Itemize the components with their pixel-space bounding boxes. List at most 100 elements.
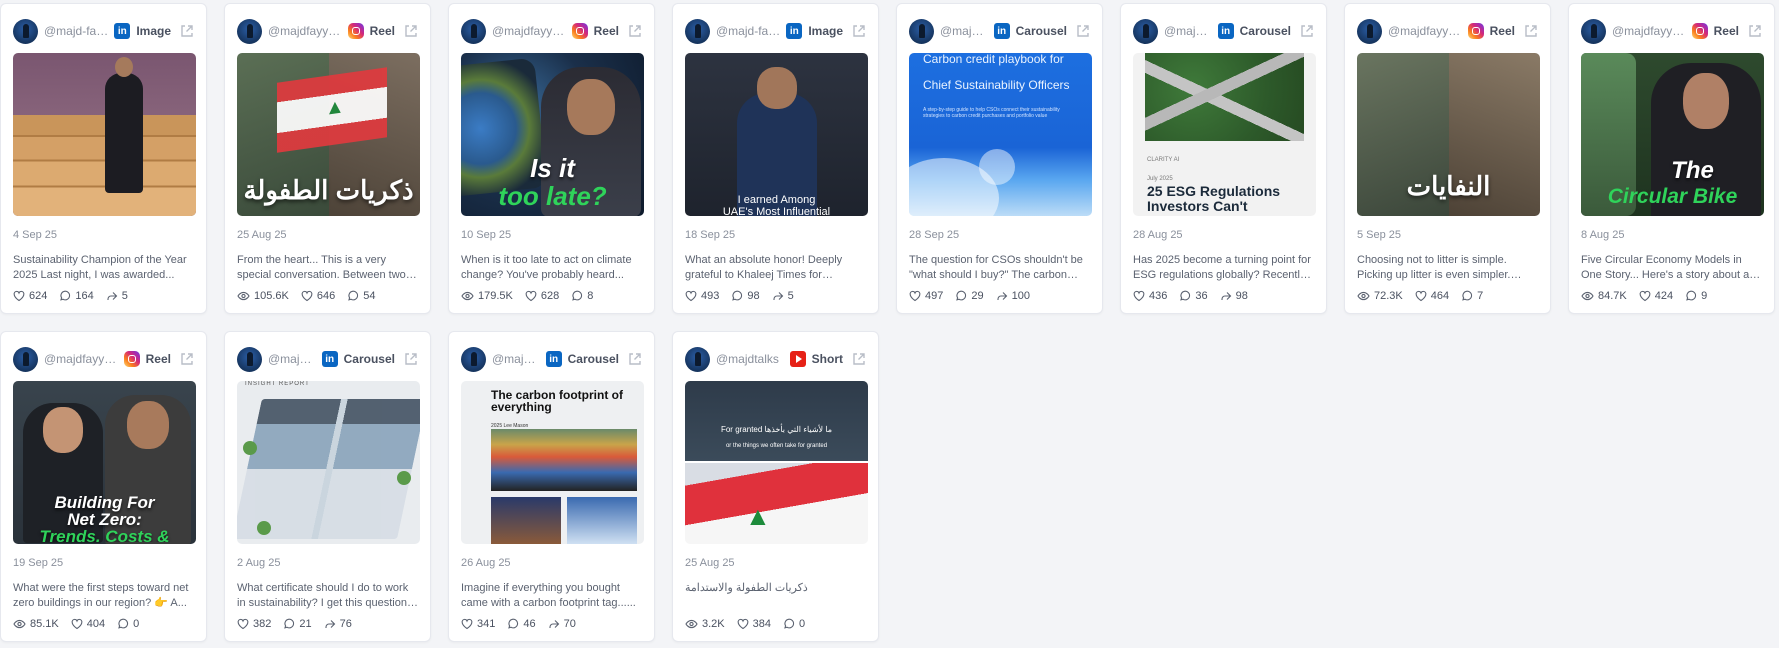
post-thumbnail[interactable]: INSIGHT REPORT <box>237 381 420 544</box>
thumbnail-overlay-text: Circular Bike <box>1607 185 1738 208</box>
comments-count: 0 <box>799 618 806 630</box>
likes-count: 424 <box>1654 290 1674 302</box>
external-link-icon[interactable] <box>404 24 418 38</box>
post-card[interactable]: @majd-f... in Carousel Carbon credit pla… <box>896 3 1103 314</box>
account-handle[interactable]: @majdfayyad... <box>492 24 566 38</box>
heart-icon <box>1415 290 1427 302</box>
instagram-icon <box>1467 23 1484 39</box>
post-caption: Choosing not to litter is simple. Pickin… <box>1357 254 1511 281</box>
avatar[interactable] <box>237 346 262 372</box>
post-thumbnail[interactable] <box>13 53 196 216</box>
external-link-icon[interactable] <box>1076 24 1090 38</box>
post-card[interactable]: @majdfayyad... Reel النفايات 5 Sep 25 Ch… <box>1344 3 1551 314</box>
post-thumbnail[interactable]: Building For Net Zero: Trends, Costs & <box>13 381 196 544</box>
post-caption: Has 2025 become a turning point for ESG … <box>1133 254 1311 281</box>
post-card[interactable]: @majdfayyad... Reel ذكريات الطفولة 25 Au… <box>224 3 431 314</box>
post-thumbnail[interactable]: The Circular Bike <box>1581 53 1764 216</box>
post-card[interactable]: @majdfayyad... Reel The Circular Bike 8 … <box>1568 3 1775 314</box>
avatar[interactable] <box>1357 18 1382 44</box>
account-handle[interactable]: @majd-f... <box>268 352 316 366</box>
heart-icon <box>909 290 921 302</box>
platform-badge: Reel <box>1467 23 1515 39</box>
post-card[interactable]: @majdfayyad... Reel Is it too late? 10 S… <box>448 3 655 314</box>
post-date: 2 Aug 25 <box>237 557 281 569</box>
post-card[interactable]: @majdtalks Short For granted ما لأشياء ا… <box>672 331 879 642</box>
external-link-icon[interactable] <box>404 352 418 366</box>
likes-count: 628 <box>540 290 560 302</box>
account-handle[interactable]: @majdfayyad... <box>1612 24 1686 38</box>
post-caption: Imagine if everything you bought came wi… <box>461 582 636 609</box>
comment-icon <box>732 290 743 301</box>
post-date: 8 Aug 25 <box>1581 229 1625 241</box>
avatar[interactable] <box>685 346 710 372</box>
post-caption: What an absolute honor! Deeply grateful … <box>685 254 843 281</box>
account-handle[interactable]: @majd-f... <box>940 24 988 38</box>
post-thumbnail[interactable]: Is it too late? <box>461 53 644 216</box>
post-thumbnail[interactable]: Carbon credit playbook for Chief Sustain… <box>909 53 1092 216</box>
external-link-icon[interactable] <box>1300 24 1314 38</box>
likes-count: 464 <box>1430 290 1450 302</box>
post-thumbnail[interactable]: النفايات <box>1357 53 1540 216</box>
post-card[interactable]: @majd-f... in Carousel INSIGHT REPORT 2 … <box>224 331 431 642</box>
thumbnail-overlay-text: Chief Sustainability Officers <box>923 78 1070 92</box>
views-count: 179.5K <box>478 290 513 302</box>
avatar[interactable] <box>461 18 486 44</box>
account-handle[interactable]: @majd-f... <box>1164 24 1212 38</box>
post-stats: 497 29 100 <box>909 290 1042 302</box>
post-card[interactable]: @majd-f... in Carousel CLARITY AI July 2… <box>1120 3 1327 314</box>
comments-count: 21 <box>299 618 312 630</box>
card-header: @majdfayyad... Reel <box>237 17 418 45</box>
youtube-icon <box>789 351 806 367</box>
external-link-icon[interactable] <box>852 352 866 366</box>
account-handle[interactable]: @majd-f... <box>492 352 540 366</box>
post-caption: ذكريات الطفولة والاستدامة <box>685 582 808 594</box>
account-handle[interactable]: @majdtalks <box>716 352 784 366</box>
account-handle[interactable]: @majdfayyad... <box>268 24 342 38</box>
account-handle[interactable]: @majdfayyad... <box>44 352 118 366</box>
avatar[interactable] <box>13 346 38 372</box>
post-thumbnail[interactable]: For granted ما لأشياء التي بأخذها or the… <box>685 381 868 544</box>
post-card[interactable]: @majd-fay... in Image I earned Among UAE… <box>672 3 879 314</box>
linkedin-icon: in <box>1217 23 1234 39</box>
external-link-icon[interactable] <box>628 352 642 366</box>
account-handle[interactable]: @majd-fay... <box>716 24 780 38</box>
post-thumbnail[interactable]: ذكريات الطفولة <box>237 53 420 216</box>
post-card[interactable]: @majdfayyad... Reel Building For Net Zer… <box>0 331 207 642</box>
avatar[interactable] <box>685 18 710 44</box>
account-handle[interactable]: @majdfayyad... <box>1388 24 1462 38</box>
post-caption: Sustainability Champion of the Year 2025… <box>13 254 187 281</box>
post-stats: 624 164 5 <box>13 290 140 302</box>
comment-icon <box>784 618 795 629</box>
avatar[interactable] <box>909 18 934 44</box>
external-link-icon[interactable] <box>180 352 194 366</box>
card-header: @majd-fay... in Image <box>13 17 194 45</box>
avatar[interactable] <box>1581 18 1606 44</box>
posts-grid: @majd-fay... in Image 4 Sep 25 Sustainab… <box>0 0 1779 642</box>
external-link-icon[interactable] <box>180 24 194 38</box>
avatar[interactable] <box>13 18 38 44</box>
avatar[interactable] <box>461 346 486 372</box>
thumbnail-overlay-text: The carbon footprint of everything <box>491 388 623 414</box>
post-card[interactable]: @majd-fay... in Image 4 Sep 25 Sustainab… <box>0 3 207 314</box>
card-header: @majd-f... in Carousel <box>1133 17 1314 45</box>
external-link-icon[interactable] <box>852 24 866 38</box>
views-count: 105.6K <box>254 290 289 302</box>
account-handle[interactable]: @majd-fay... <box>44 24 108 38</box>
post-thumbnail[interactable]: I earned Among UAE's Most Influential <box>685 53 868 216</box>
post-thumbnail[interactable]: CLARITY AI July 2025 25 ESG Regulations … <box>1133 53 1316 216</box>
post-stats: 3.2K 384 0 <box>685 618 817 630</box>
likes-count: 497 <box>925 290 944 302</box>
external-link-icon[interactable] <box>628 24 642 38</box>
external-link-icon[interactable] <box>1748 24 1762 38</box>
views-count: 3.2K <box>702 618 725 630</box>
post-card[interactable]: @majd-f... in Carousel The carbon footpr… <box>448 331 655 642</box>
post-date: 28 Sep 25 <box>909 229 960 241</box>
post-type: Carousel <box>1239 24 1291 38</box>
post-type: Image <box>136 24 171 38</box>
eye-icon <box>461 291 474 301</box>
post-thumbnail[interactable]: The carbon footprint of everything 2025 … <box>461 381 644 544</box>
external-link-icon[interactable] <box>1524 24 1538 38</box>
avatar[interactable] <box>237 18 262 44</box>
post-type: Carousel <box>1015 24 1067 38</box>
avatar[interactable] <box>1133 18 1158 44</box>
